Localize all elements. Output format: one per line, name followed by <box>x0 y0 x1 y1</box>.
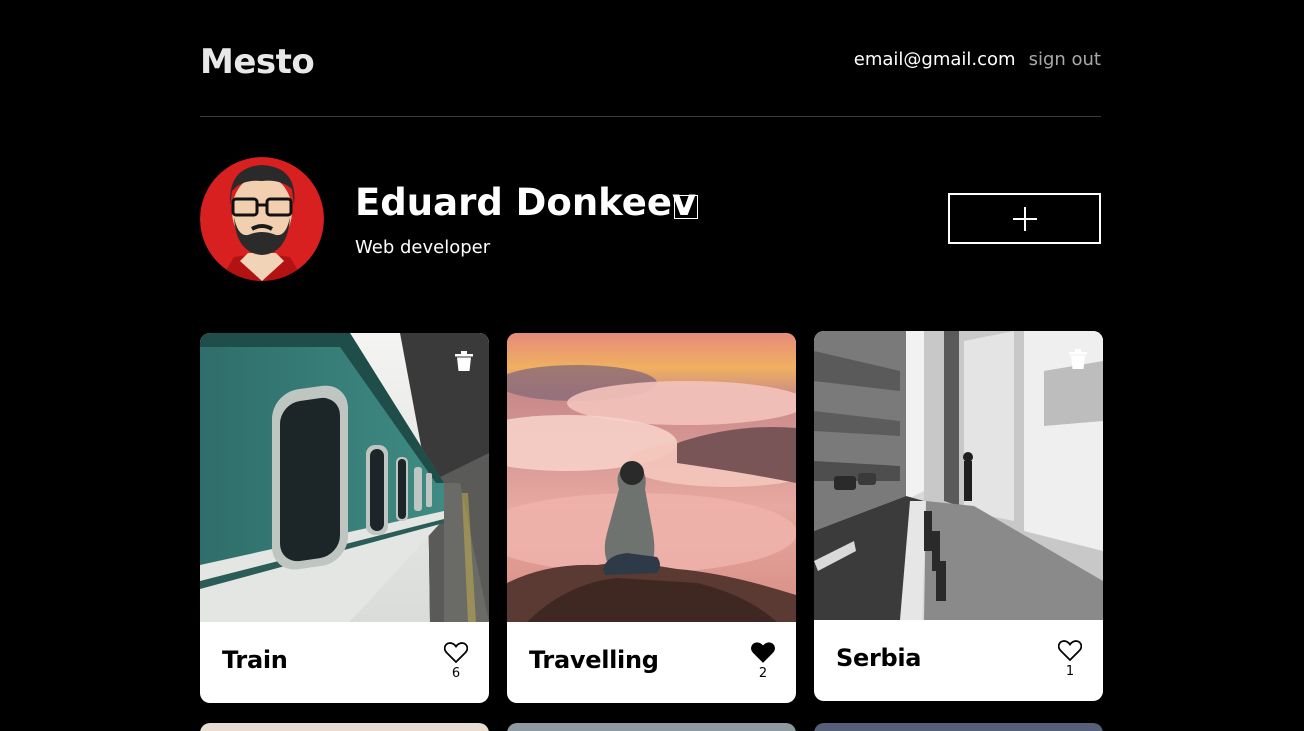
like-count: 6 <box>451 666 461 681</box>
user-email: email@gmail.com <box>853 49 1016 70</box>
heart-outline-icon[interactable] <box>444 642 468 664</box>
place-card: Train 6 <box>200 333 489 703</box>
place-card-partial[interactable] <box>200 723 489 731</box>
page-header: Mesto email@gmail.com sign out <box>200 0 1101 117</box>
card-image-serbia[interactable] <box>814 331 1103 620</box>
page-content: Mesto email@gmail.com sign out Eduard Do… <box>200 0 1103 731</box>
plus-icon <box>1012 206 1037 231</box>
card-title: Train <box>222 646 288 674</box>
card-title: Serbia <box>836 644 922 672</box>
like-group: 2 <box>750 642 776 681</box>
card-image-travelling[interactable] <box>507 333 796 622</box>
heart-filled-icon[interactable] <box>751 642 775 664</box>
card-image-train[interactable] <box>200 333 489 622</box>
place-card-partial[interactable] <box>814 723 1103 731</box>
trash-icon[interactable] <box>455 351 473 371</box>
edit-profile-button[interactable] <box>674 195 698 219</box>
profile-about: Web developer <box>355 237 491 258</box>
profile-section: Eduard Donkeev Web developer <box>200 157 1101 281</box>
user-area: email@gmail.com sign out <box>854 49 1101 70</box>
avatar[interactable] <box>200 157 324 281</box>
logo[interactable]: Mesto <box>200 42 315 82</box>
add-card-button[interactable] <box>948 193 1101 244</box>
like-group: 6 <box>443 642 469 681</box>
place-card: Serbia 1 <box>814 331 1103 701</box>
sign-out-link[interactable]: sign out <box>1029 49 1101 70</box>
pencil-icon <box>682 203 690 211</box>
place-card-partial[interactable] <box>507 723 796 731</box>
trash-icon[interactable] <box>1069 349 1087 369</box>
like-count: 2 <box>758 666 768 681</box>
card-title: Travelling <box>529 646 659 674</box>
like-count: 1 <box>1065 664 1075 679</box>
like-group: 1 <box>1057 640 1083 679</box>
heart-outline-icon[interactable] <box>1058 640 1082 662</box>
profile-name: Eduard Donkeev <box>355 181 697 224</box>
place-card: Travelling 2 <box>507 333 796 703</box>
